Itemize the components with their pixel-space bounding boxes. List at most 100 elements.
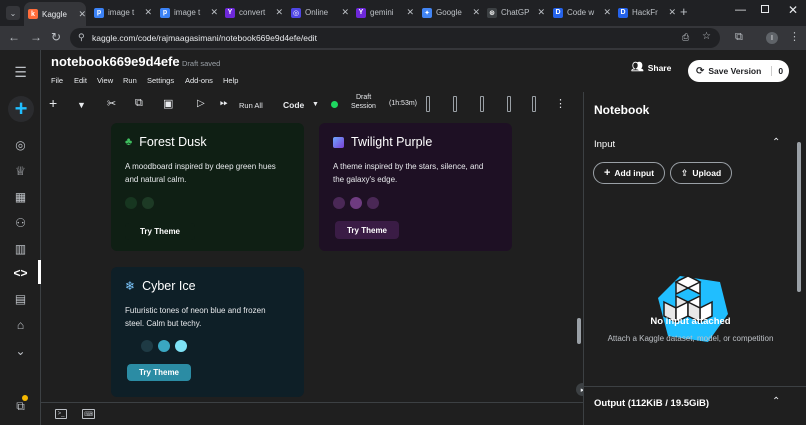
menu-help[interactable]: Help [223, 76, 238, 85]
browser-tab[interactable]: Yconvert ✕ [221, 3, 283, 22]
bar-chart-icon[interactable]: ▥ [12, 240, 29, 257]
cell-scrollbar[interactable] [577, 318, 581, 344]
discussion-icon[interactable]: ▤ [12, 290, 29, 307]
copy-icon[interactable]: ⧉ [135, 97, 143, 110]
tab-favicon-icon: ✦ [422, 7, 432, 18]
browser-tab-strip: ⌄ k Kaggle ✕ p image t ✕ p image t ✕ Yconvert ✕ ◎ On… [0, 0, 806, 26]
bookmark-star-icon[interactable]: ☆ [702, 31, 711, 42]
tab-label: convert [239, 8, 266, 17]
learn-icon[interactable]: ⌂ [12, 316, 29, 333]
keyboard-icon[interactable]: ⌨ [82, 409, 95, 419]
browser-tab[interactable]: ◎ Online ✕ [287, 3, 349, 22]
cell-type-chevron-icon[interactable]: ▼ [312, 101, 319, 108]
browser-tab[interactable]: D Code w ✕ [549, 3, 611, 22]
trophy-icon[interactable]: ♕ [12, 162, 29, 179]
restore-icon[interactable] [761, 5, 769, 13]
more-chevron-icon[interactable]: ⌄ [12, 342, 29, 359]
hamburger-menu-icon[interactable]: ☰ [12, 64, 29, 81]
input-section-title[interactable]: Input [594, 139, 615, 150]
browser-tab[interactable]: ⊛ ChatGP ✕ [483, 3, 545, 22]
tab-close-icon[interactable]: ✕ [144, 7, 152, 18]
output-section-title[interactable]: Output (112KiB / 19.5GiB) [594, 398, 709, 409]
site-info-icon[interactable]: ⚲ [78, 32, 85, 43]
tab-close-icon[interactable]: ✕ [275, 7, 283, 18]
save-version-button[interactable]: ⟳ Save Version 0 [688, 60, 789, 82]
session-label-2[interactable]: Session [351, 103, 376, 110]
menu-file[interactable]: File [51, 76, 63, 85]
cell-type-select[interactable]: Code [283, 100, 304, 110]
table-icon[interactable]: ▦ [12, 188, 29, 205]
add-input-button[interactable]: + Add input [593, 162, 665, 184]
code-icon[interactable]: <> [12, 264, 29, 281]
menu-view[interactable]: View [97, 76, 113, 85]
menu-edit[interactable]: Edit [74, 76, 87, 85]
compass-icon[interactable]: ◎ [12, 136, 29, 153]
run-all-label[interactable]: Run All [239, 101, 263, 110]
browser-tab[interactable]: D HackFr ✕ [614, 3, 676, 22]
close-window-icon[interactable]: ✕ [788, 3, 798, 17]
run-all-icon[interactable]: ⏩︎ [220, 98, 228, 109]
tab-close-icon[interactable]: ✕ [341, 7, 349, 18]
panel-scrollbar[interactable] [797, 142, 801, 292]
run-cell-icon[interactable]: ▷ [197, 98, 205, 109]
more-options-icon[interactable]: ⋮ [555, 97, 566, 110]
gpu-meter-icon [453, 96, 457, 112]
try-theme-button[interactable]: Try Theme [125, 223, 195, 240]
left-navigation-rail: ☰ + ◎ ♕ ▦ ⚇ ▥ <> ▤ ⌂ ⌄ ⧉ [0, 50, 41, 425]
notebook-title[interactable]: notebook669e9d4efe [51, 54, 180, 69]
browser-tab[interactable]: p image t ✕ [156, 3, 218, 22]
tab-close-icon[interactable]: ✕ [78, 9, 86, 20]
tab-favicon-icon: Y [225, 7, 235, 18]
console-icon[interactable]: >_ [55, 409, 67, 419]
swatch-dot [333, 197, 345, 209]
share-button[interactable]: 👥︎ Share [631, 62, 671, 73]
paste-icon[interactable]: ▣ [163, 97, 173, 110]
add-cell-icon[interactable]: + [49, 95, 57, 111]
browser-tab[interactable]: ✦ Google ✕ [418, 3, 480, 22]
collapse-input-chevron-icon[interactable]: ⌃ [772, 137, 780, 148]
tab-close-icon[interactable]: ✕ [537, 7, 545, 18]
cut-icon[interactable]: ✂ [107, 97, 116, 110]
browser-tab[interactable]: p image t ✕ [90, 3, 152, 22]
tab-search-icon[interactable]: ⌄ [6, 6, 20, 20]
install-app-icon[interactable]: ⎙ [682, 32, 689, 43]
create-plus-icon[interactable]: + [8, 96, 34, 122]
share-label: Share [647, 62, 672, 73]
menu-add-ons[interactable]: Add-ons [185, 76, 213, 85]
session-label-1[interactable]: Draft [356, 94, 371, 101]
url-input[interactable]: ⚲ kaggle.com/code/rajmaagasimani/noteboo… [70, 28, 720, 48]
extensions-icon[interactable]: ⧉ [735, 31, 743, 44]
tab-label: ChatGP [501, 8, 530, 17]
tab-close-icon[interactable]: ✕ [668, 7, 676, 18]
address-bar-row: ← → ↻ ⚲ kaggle.com/code/rajmaagasimani/n… [0, 26, 806, 50]
browser-tab[interactable]: k Kaggle ✕ [24, 2, 86, 26]
new-tab-icon[interactable]: + [680, 4, 688, 19]
minimize-icon[interactable]: — [735, 4, 746, 16]
tab-close-icon[interactable]: ✕ [406, 7, 414, 18]
tab-close-icon[interactable]: ✕ [603, 7, 611, 18]
panel-title: Notebook [594, 103, 650, 117]
collapse-output-chevron-icon[interactable]: ⌃ [772, 396, 780, 407]
reload-icon[interactable]: ↻ [51, 30, 61, 44]
notebook-cells-area: ♣ Forest Dusk A moodboard inspired by dee… [41, 118, 583, 400]
browser-menu-icon[interactable]: ⋮ [789, 30, 800, 43]
profile-avatar[interactable]: I [766, 32, 778, 44]
browser-tab[interactable]: Ygemini ✕ [352, 3, 414, 22]
menu-run[interactable]: Run [123, 76, 137, 85]
models-icon[interactable]: ⚇ [12, 214, 29, 231]
upload-icon: ⇪ [680, 167, 689, 178]
tab-close-icon[interactable]: ✕ [210, 7, 218, 18]
back-icon[interactable]: ← [8, 30, 20, 44]
menu-settings[interactable]: Settings [147, 76, 174, 85]
add-input-label: Add input [614, 168, 655, 178]
card-title-text: Twilight Purple [351, 135, 433, 149]
add-cell-dropdown-icon[interactable]: ▼ [77, 100, 86, 110]
try-theme-button[interactable]: Try Theme [127, 364, 191, 381]
try-theme-button[interactable]: Try Theme [335, 221, 399, 239]
tab-close-icon[interactable]: ✕ [472, 7, 480, 18]
tab-label: Online [305, 8, 329, 17]
forward-icon[interactable]: → [30, 30, 42, 44]
upload-button[interactable]: ⇪ Upload [670, 162, 732, 184]
ram-meter-icon [480, 96, 484, 112]
no-input-description: Attach a Kaggle dataset, model, or compe… [607, 334, 774, 343]
